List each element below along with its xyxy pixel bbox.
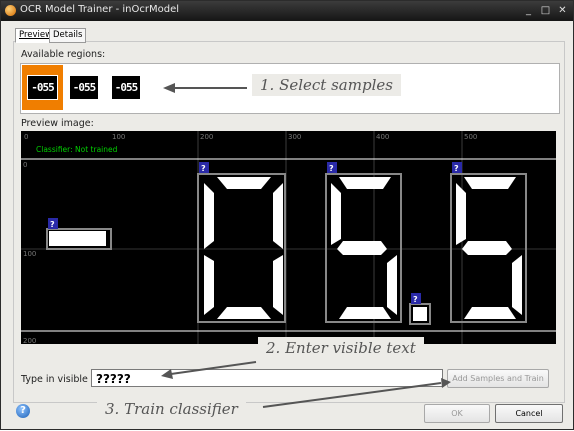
- ruler-x-tick: 0: [24, 133, 28, 141]
- ruler-y-tick: 200: [23, 337, 36, 344]
- ruler-x-tick: 200: [200, 133, 213, 141]
- classifier-status: Classifier: Not trained: [36, 145, 118, 154]
- unknown-marker-text: ?: [454, 164, 459, 173]
- help-icon[interactable]: ?: [16, 404, 30, 418]
- app-icon: [5, 5, 16, 16]
- callout-enter-text: 2. Enter visible text: [258, 337, 424, 359]
- glyph-minus: [49, 231, 106, 246]
- unknown-marker-text: ?: [50, 220, 55, 229]
- glyph-zero: [204, 177, 283, 319]
- available-regions-label: Available regions:: [21, 49, 106, 60]
- ok-button[interactable]: OK: [424, 404, 490, 423]
- region-item[interactable]: -055: [106, 65, 146, 110]
- ruler-x-tick: 300: [288, 133, 301, 141]
- ruler-y-tick: 100: [23, 250, 36, 258]
- ruler-y-tick: 0: [23, 161, 27, 169]
- ruler-x-tick: 500: [464, 133, 477, 141]
- callout-train-classifier: 3. Train classifier: [97, 398, 246, 420]
- region-thumbnail: -055: [27, 75, 58, 100]
- minimize-button[interactable]: _: [521, 3, 536, 18]
- region-thumbnail: -055: [68, 75, 100, 100]
- preview-image[interactable]: 0 100 200 300 400 500 0 100 200 ? ? ? ? …: [21, 131, 556, 344]
- preview-image-label: Preview image:: [21, 118, 94, 129]
- maximize-button[interactable]: □: [538, 3, 553, 18]
- unknown-marker-text: ?: [413, 295, 418, 304]
- tab-details[interactable]: Details: [49, 28, 87, 43]
- cancel-button[interactable]: Cancel: [495, 404, 563, 423]
- add-samples-button[interactable]: Add Samples and Train: [447, 369, 549, 388]
- preview-canvas: 0 100 200 300 400 500 0 100 200 ? ? ? ? …: [21, 131, 556, 344]
- close-button[interactable]: ✕: [555, 3, 570, 18]
- glyph-point: [413, 307, 427, 321]
- region-thumbnail: -055: [110, 75, 142, 100]
- region-item[interactable]: -055: [64, 65, 104, 110]
- title-bar: OCR Model Trainer - inOcrModel _ □ ✕: [1, 1, 573, 21]
- ruler-x-tick: 400: [376, 133, 389, 141]
- glyph-five: [331, 177, 397, 319]
- callout-select-samples: 1. Select samples: [252, 74, 401, 96]
- region-item[interactable]: -055: [22, 65, 63, 110]
- unknown-marker-text: ?: [201, 164, 206, 173]
- ruler-x-tick: 100: [112, 133, 125, 141]
- glyph-five: [456, 177, 522, 319]
- main-window: OCR Model Trainer - inOcrModel _ □ ✕ Pre…: [0, 0, 574, 430]
- visible-text-input[interactable]: ?????: [91, 369, 443, 387]
- window-title: OCR Model Trainer - inOcrModel: [20, 4, 180, 15]
- unknown-marker-text: ?: [329, 164, 334, 173]
